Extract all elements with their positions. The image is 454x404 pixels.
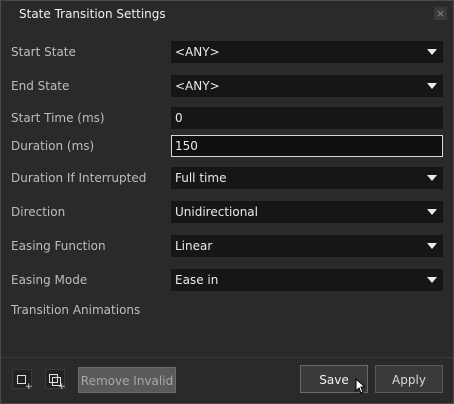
easing-function-value: Linear: [175, 239, 213, 253]
easing-function-dropdown[interactable]: Linear: [171, 235, 443, 257]
mouse-cursor-icon: [355, 378, 365, 394]
start-state-label: Start State: [11, 45, 76, 59]
close-icon[interactable]: ×: [434, 7, 447, 20]
apply-button[interactable]: Apply: [375, 365, 443, 393]
add-animation-button[interactable]: +: [12, 369, 33, 392]
direction-dropdown[interactable]: Unidirectional: [171, 201, 443, 223]
easing-function-label: Easing Function: [11, 239, 106, 253]
easing-function-row: Easing Function Linear: [1, 233, 453, 259]
add-multiple-animations-button[interactable]: +: [45, 369, 66, 392]
start-time-value: 0: [175, 111, 183, 125]
chevron-down-icon: [427, 49, 437, 55]
direction-label: Direction: [11, 205, 66, 219]
chevron-down-icon: [427, 243, 437, 249]
start-time-label: Start Time (ms): [11, 111, 105, 125]
duration-row: Duration (ms) 150: [1, 133, 453, 159]
duration-value: 150: [175, 139, 198, 153]
duration-input[interactable]: 150: [171, 135, 443, 157]
end-state-value: <ANY>: [175, 79, 220, 93]
end-state-row: End State <ANY>: [1, 73, 453, 99]
transition-animations-label: Transition Animations: [11, 303, 141, 317]
duration-if-interrupted-value: Full time: [175, 171, 227, 185]
end-state-label: End State: [11, 79, 70, 93]
chevron-down-icon: [427, 83, 437, 89]
duration-if-interrupted-row: Duration If Interrupted Full time: [1, 165, 453, 191]
end-state-dropdown[interactable]: <ANY>: [171, 75, 443, 97]
direction-value: Unidirectional: [175, 205, 258, 219]
easing-mode-value: Ease in: [175, 273, 219, 287]
duration-if-interrupted-label: Duration If Interrupted: [11, 171, 147, 185]
dialog-title: State Transition Settings: [19, 7, 166, 21]
footer-divider: [1, 357, 453, 358]
start-time-input[interactable]: 0: [171, 107, 443, 129]
easing-mode-dropdown[interactable]: Ease in: [171, 269, 443, 291]
chevron-down-icon: [427, 209, 437, 215]
start-state-row: Start State <ANY>: [1, 39, 453, 65]
easing-mode-row: Easing Mode Ease in: [1, 267, 453, 293]
duration-label: Duration (ms): [11, 139, 95, 153]
duration-if-interrupted-dropdown[interactable]: Full time: [171, 167, 443, 189]
easing-mode-label: Easing Mode: [11, 273, 88, 287]
chevron-down-icon: [427, 277, 437, 283]
title-bar: State Transition Settings ×: [1, 1, 453, 29]
chevron-down-icon: [427, 175, 437, 181]
start-state-dropdown[interactable]: <ANY>: [171, 41, 443, 63]
state-transition-settings-dialog: State Transition Settings × Start State …: [0, 0, 454, 404]
direction-row: Direction Unidirectional: [1, 199, 453, 225]
remove-invalid-button[interactable]: Remove Invalid: [78, 367, 176, 393]
transition-animations-section: Transition Animations: [1, 297, 453, 323]
start-time-row: Start Time (ms) 0: [1, 105, 453, 131]
start-state-value: <ANY>: [175, 45, 220, 59]
